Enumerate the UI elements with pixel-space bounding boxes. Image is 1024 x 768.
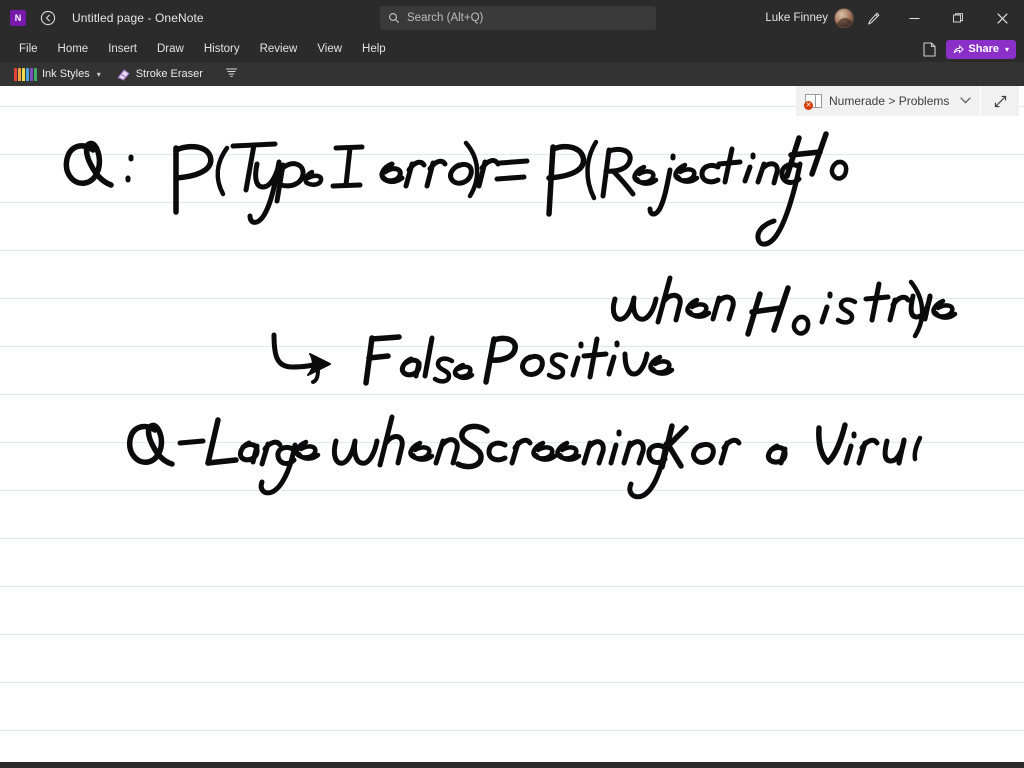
error-badge-icon: ✕ <box>804 100 813 110</box>
maximize-icon[interactable] <box>936 0 980 36</box>
share-button[interactable]: Share ▾ <box>946 39 1016 59</box>
onenote-logo-icon: N <box>10 10 26 26</box>
titlebar-right-group: Luke Finney <box>765 0 1024 36</box>
stroke-eraser-icon <box>117 68 130 81</box>
menu-right-group: Share ▾ <box>918 36 1016 62</box>
pen-icon[interactable] <box>854 0 892 36</box>
page-tab-label: Numerade > Problems <box>829 94 950 108</box>
menu-item-insert[interactable]: Insert <box>99 39 146 59</box>
notebook-icon: ✕ <box>804 93 822 110</box>
menu-item-draw[interactable]: Draw <box>148 39 193 59</box>
menu-bar: File Home Insert Draw History Review Vie… <box>0 36 1024 62</box>
expand-panel-button[interactable] <box>981 86 1020 116</box>
ribbon-overflow-icon[interactable] <box>219 66 244 82</box>
menu-item-review[interactable]: Review <box>251 39 307 59</box>
title-bar: N Untitled page - OneNote Search (Alt+Q)… <box>0 0 1024 36</box>
bottom-bar <box>0 762 1024 768</box>
expand-diagonal-icon <box>994 95 1007 107</box>
menu-item-view[interactable]: View <box>308 39 351 59</box>
menu-item-home[interactable]: Home <box>49 39 98 59</box>
stroke-eraser-label: Stroke Eraser <box>135 68 203 80</box>
share-label: Share <box>968 43 999 55</box>
chevron-down-icon[interactable] <box>960 96 971 106</box>
close-icon[interactable] <box>980 0 1024 36</box>
ink-styles-button[interactable]: Ink Styles ▾ <box>8 66 107 83</box>
back-circle-icon[interactable] <box>36 6 60 30</box>
page-icon[interactable] <box>918 39 940 59</box>
ribbon-toolbar: Ink Styles ▾ Stroke Eraser <box>0 62 1024 86</box>
account-name[interactable]: Luke Finney <box>765 12 828 24</box>
stroke-eraser-button[interactable]: Stroke Eraser <box>111 66 209 83</box>
handwriting-ink <box>63 131 958 500</box>
search-placeholder: Search (Alt+Q) <box>407 12 484 24</box>
menu-item-history[interactable]: History <box>195 39 249 59</box>
menu-item-help[interactable]: Help <box>353 39 395 59</box>
minimize-icon[interactable] <box>892 0 936 36</box>
ink-styles-icon <box>14 67 37 81</box>
share-icon <box>954 44 965 54</box>
share-chevron-icon: ▾ <box>1004 44 1009 54</box>
search-icon <box>389 13 399 23</box>
ink-styles-label: Ink Styles <box>42 68 90 80</box>
page-tab-numerade-problems[interactable]: ✕ Numerade > Problems <box>796 86 982 116</box>
chevron-down-icon: ▾ <box>96 69 101 79</box>
search-input[interactable]: Search (Alt+Q) <box>380 6 656 30</box>
menu-item-file[interactable]: File <box>10 39 47 59</box>
page-tab-panel: ✕ Numerade > Problems <box>796 86 1020 116</box>
page-canvas[interactable]: ✕ Numerade > Problems <box>0 86 1024 762</box>
window-title: Untitled page - OneNote <box>72 11 204 25</box>
avatar[interactable] <box>834 8 854 28</box>
